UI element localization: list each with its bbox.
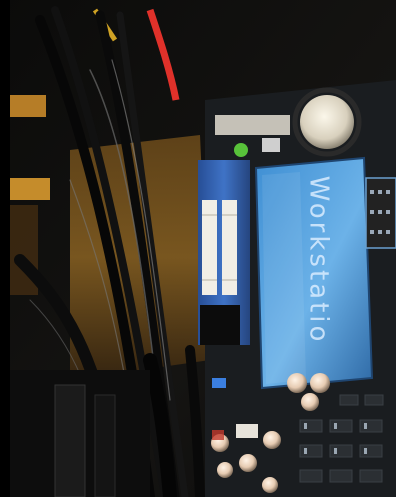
white-connector <box>236 424 258 438</box>
sata-connector-2 <box>94 394 116 497</box>
header-connector <box>215 115 290 135</box>
orange-connector-mid <box>10 178 50 200</box>
green-led <box>234 143 248 157</box>
red-component <box>212 430 224 440</box>
photo-border-left <box>0 0 10 497</box>
dimm-slot-latch-2 <box>222 200 237 295</box>
orange-connector-top <box>10 95 46 117</box>
dimm-base-shadow <box>200 305 240 345</box>
cmos-battery <box>300 95 354 149</box>
dimm-slot-latch-1 <box>202 200 217 295</box>
heatsink-glare <box>262 172 306 384</box>
photo-scene <box>0 0 396 497</box>
small-jumper <box>262 138 280 152</box>
blue-jumper <box>212 378 226 388</box>
sata-connector <box>54 384 86 497</box>
